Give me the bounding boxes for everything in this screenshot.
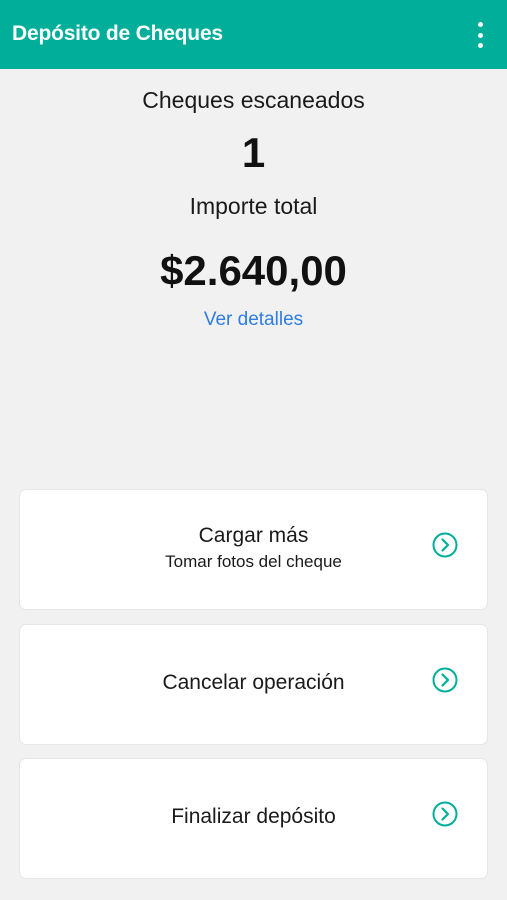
scanned-checks-label: Cheques escaneados xyxy=(142,87,365,113)
load-more-button[interactable]: Cargar más Tomar fotos del cheque xyxy=(20,490,487,609)
finish-deposit-button[interactable]: Finalizar depósito xyxy=(20,759,487,878)
menu-dot xyxy=(477,43,483,48)
more-vertical-icon[interactable] xyxy=(473,22,487,48)
chevron-right-circle-icon xyxy=(432,667,458,693)
finish-deposit-title: Finalizar depósito xyxy=(171,805,336,828)
total-amount-value: $2.640,00 xyxy=(160,247,347,294)
view-details-link[interactable]: Ver detalles xyxy=(0,309,507,331)
app-bar: Depósito de Cheques xyxy=(0,0,507,69)
total-amount-label: Importe total xyxy=(189,193,318,219)
menu-dot xyxy=(477,32,483,38)
chevron-right-circle-icon xyxy=(432,532,458,558)
app-title: Depósito de Cheques xyxy=(12,22,223,45)
load-more-title: Cargar más xyxy=(198,524,309,547)
menu-dot xyxy=(477,22,483,27)
scanned-checks-count: 1 xyxy=(241,129,266,176)
cancel-operation-button[interactable]: Cancelar operación xyxy=(20,625,487,744)
load-more-subtitle: Tomar fotos del cheque xyxy=(165,552,342,571)
chevron-right-circle-icon xyxy=(432,801,458,827)
cancel-operation-title: Cancelar operación xyxy=(162,671,345,694)
